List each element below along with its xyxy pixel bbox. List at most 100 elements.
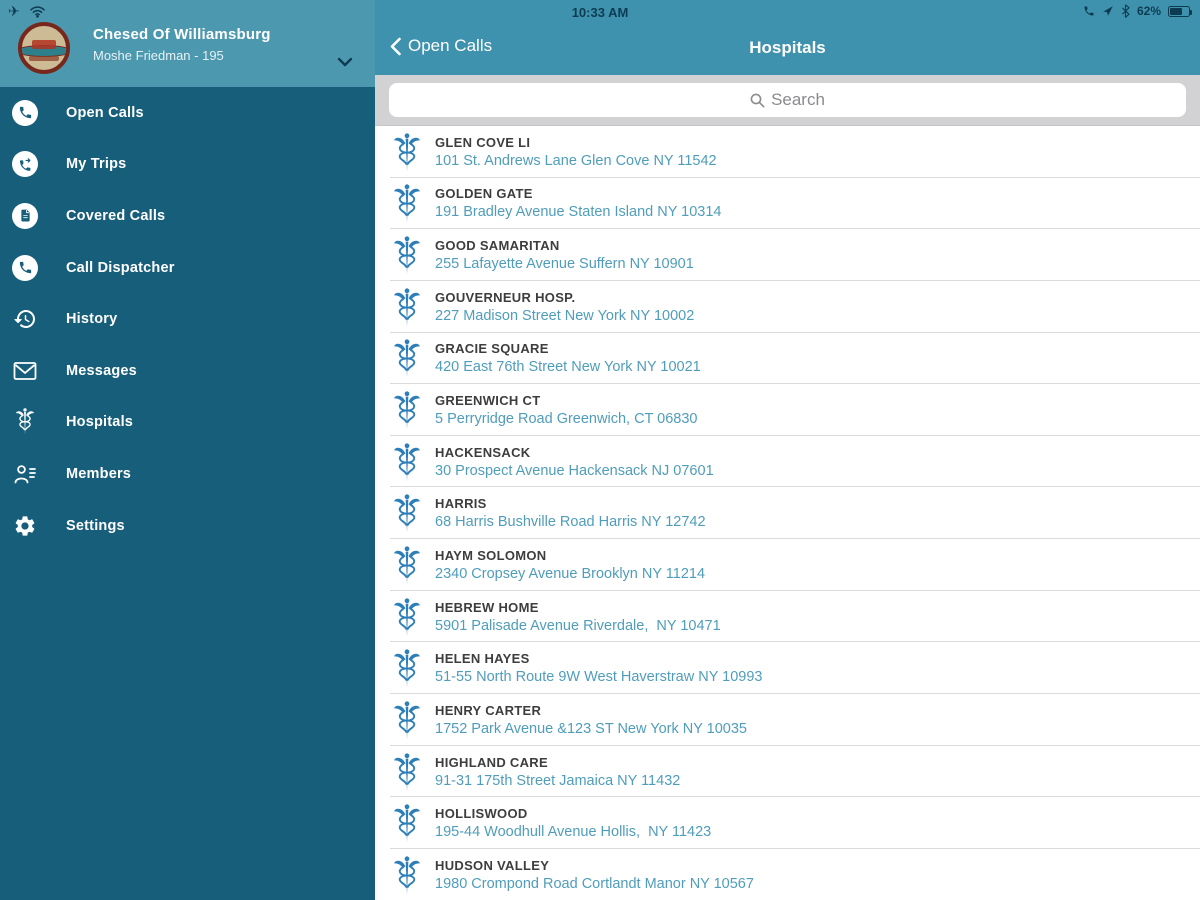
caduceus-icon [393,753,421,793]
hospital-list-item[interactable]: HELEN HAYES 51-55 North Route 9W West Hav… [375,642,1200,694]
hospital-address: 227 Madison Street New York NY 10002 [435,307,695,324]
hospital-address: 1980 Crompond Road Cortlandt Manor NY 10… [435,875,754,892]
search-bar-strip: Search [375,75,1200,126]
hospital-list-item[interactable]: HAYM SOLOMON 2340 Cropsey Avenue Brooklyn… [375,539,1200,591]
caduceus-icon [393,236,421,276]
hospital-address: 1752 Park Avenue &123 ST New York NY 100… [435,720,747,737]
caduceus-icon [393,701,421,741]
hospital-name: GLEN COVE LI [435,134,531,150]
hospital-name: GRACIE SQUARE [435,341,549,357]
hospital-list-item[interactable]: HENRY CARTER 1752 Park Avenue &123 ST New… [375,694,1200,746]
hospital-address: 51-55 North Route 9W West Haverstraw NY … [435,669,763,686]
sidebar-item-messages[interactable]: Messages [0,345,375,397]
hospital-list-item[interactable]: GOUVERNEUR HOSP. 227 Madison Street New Y… [375,281,1200,333]
hospital-address: 255 Lafayette Avenue Suffern NY 10901 [435,256,694,273]
caduceus-icon [393,133,421,173]
messages-icon [12,358,38,384]
caduceus-icon [393,804,421,844]
hospital-name: HIGHLAND CARE [435,754,548,770]
settings-gear-icon [12,513,38,539]
chevron-down-icon[interactable] [337,54,353,72]
sidebar-item-settings[interactable]: Settings [0,500,375,552]
caduceus-icon [393,598,421,638]
hospital-address: 30 Prospect Avenue Hackensack NJ 07601 [435,462,714,479]
hospital-address: 195-44 Woodhull Avenue Hollis, NY 11423 [435,824,712,841]
sidebar-item-history[interactable]: History [0,293,375,345]
dispatcher-phone-circle-icon [12,254,38,281]
members-icon [12,461,38,487]
covered-calls-circle-icon [12,202,38,229]
hospital-list-item[interactable]: GREENWICH CT 5 Perryridge Road Greenwich,… [375,384,1200,436]
hospital-name: GREENWICH CT [435,393,541,409]
profile-header[interactable]: Chesed Of Williamsburg Moshe Friedman - … [0,0,375,87]
org-logo-avatar [18,22,70,74]
caduceus-icon [393,288,421,328]
sidebar-item-label: Members [66,465,132,482]
sidebar-item-label: Settings [66,517,125,534]
search-input[interactable]: Search [389,83,1186,117]
navigation-bar: Open Calls Hospitals [375,0,1200,75]
caduceus-icon [393,856,421,896]
hospital-list-item[interactable]: GLEN COVE LI 101 St. Andrews Lane Glen Co… [375,126,1200,178]
hospital-list-item[interactable]: GOLDEN GATE 191 Bradley Avenue Staten Isl… [375,178,1200,230]
phone-circle-icon [12,99,38,126]
hospital-list-item[interactable]: HUDSON VALLEY 1980 Crompond Road Cortland… [375,849,1200,900]
hospital-address: 191 Bradley Avenue Staten Island NY 1031… [435,204,722,221]
hospital-name: GOUVERNEUR HOSP. [435,289,576,305]
caduceus-icon [393,391,421,431]
caduceus-icon [393,546,421,586]
hospital-name: GOLDEN GATE [435,186,533,202]
hospital-address: 68 Harris Bushville Road Harris NY 12742 [435,514,706,531]
sidebar-item-hospitals[interactable]: Hospitals [0,397,375,449]
search-placeholder: Search [771,90,825,109]
sidebar: Chesed Of Williamsburg Moshe Friedman - … [0,0,375,900]
hospital-list-item[interactable]: HARRIS 68 Harris Bushville Road Harris NY… [375,487,1200,539]
hospitals-caduceus-icon [12,409,38,435]
hospital-address: 101 St. Andrews Lane Glen Cove NY 11542 [435,152,717,169]
sidebar-item-call-dispatcher[interactable]: Call Dispatcher [0,242,375,294]
hospital-name: HELEN HAYES [435,651,530,667]
hospital-list-item[interactable]: HEBREW HOME 5901 Palisade Avenue Riverdal… [375,591,1200,643]
hospital-list-item[interactable]: HOLLISWOOD 195-44 Woodhull Avenue Hollis,… [375,797,1200,849]
hospital-address: 91-31 175th Street Jamaica NY 11432 [435,772,681,789]
hospital-name: HENRY CARTER [435,702,542,718]
sidebar-item-label: Covered Calls [66,207,166,224]
sidebar-item-label: Messages [66,362,137,379]
hospital-list-item[interactable]: GOOD SAMARITAN 255 Lafayette Avenue Suffe… [375,229,1200,281]
search-icon [750,93,765,107]
hospital-address: 5 Perryridge Road Greenwich, CT 06830 [435,411,698,428]
hospital-name: HARRIS [435,496,487,512]
sidebar-item-open-calls[interactable]: Open Calls [0,87,375,139]
hospital-address: 5901 Palisade Avenue Riverdale, NY 10471 [435,617,721,634]
history-icon [12,306,38,332]
hospital-address: 2340 Cropsey Avenue Brooklyn NY 11214 [435,565,706,582]
user-name: Moshe Friedman - 195 [93,48,224,63]
app-screen: Chesed Of Williamsburg Moshe Friedman - … [0,0,1200,900]
sidebar-item-label: Open Calls [66,104,144,121]
sidebar-item-label: Hospitals [66,414,134,431]
page-title: Hospitals [749,38,826,57]
hospital-list-item[interactable]: HIGHLAND CARE 91-31 175th Street Jamaica … [375,746,1200,798]
caduceus-icon [393,443,421,483]
hospital-list-item[interactable]: HACKENSACK 30 Prospect Avenue Hackensack … [375,436,1200,488]
trips-phone-circle-icon [12,151,38,178]
sidebar-menu: Open Calls My Trips Covered Calls Call D… [0,87,375,551]
content-panel: Open Calls Hospitals Search GLEN COVE LI… [375,0,1200,900]
sidebar-item-label: Call Dispatcher [66,259,175,276]
caduceus-icon [393,339,421,379]
sidebar-item-my-trips[interactable]: My Trips [0,139,375,191]
hospital-name: HUDSON VALLEY [435,857,550,873]
hospital-name: HAYM SOLOMON [435,547,547,563]
org-name: Chesed Of Williamsburg [93,26,271,43]
hospital-list: GLEN COVE LI 101 St. Andrews Lane Glen Co… [375,126,1200,900]
hospital-name: HACKENSACK [435,444,531,460]
caduceus-icon [393,649,421,689]
hospital-address: 420 East 76th Street New York NY 10021 [435,359,701,376]
sidebar-item-label: My Trips [66,156,127,173]
hospital-name: GOOD SAMARITAN [435,238,560,254]
hospital-list-item[interactable]: GRACIE SQUARE 420 East 76th Street New Yo… [375,333,1200,385]
sidebar-item-covered-calls[interactable]: Covered Calls [0,190,375,242]
sidebar-item-label: History [66,311,118,328]
sidebar-item-members[interactable]: Members [0,448,375,500]
hospital-name: HOLLISWOOD [435,806,528,822]
